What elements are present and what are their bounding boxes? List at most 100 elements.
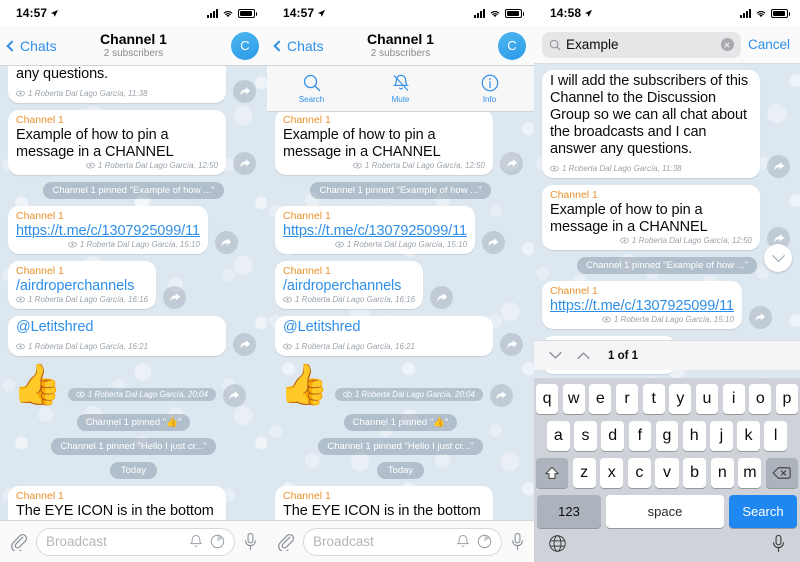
message-bubble[interactable]: @Letitshred 1 Roberta Dal Lago García, 1…: [8, 316, 226, 356]
message-bubble[interactable]: Channel 1 https://t.me/c/1307925099/11 1…: [542, 281, 742, 329]
key-g[interactable]: g: [655, 421, 679, 451]
message-bubble[interactable]: Channel 1 https://t.me/c/1307925099/11 1…: [8, 206, 208, 254]
message-bubble[interactable]: Channel 1 Example of how to pin a messag…: [8, 110, 226, 175]
avatar[interactable]: C: [498, 31, 526, 60]
forward-button[interactable]: [767, 155, 790, 178]
message-bubble[interactable]: @Letitshred 1 Roberta Dal Lago García, 1…: [275, 316, 493, 356]
message-bubble[interactable]: Channel 1 https://t.me/c/1307925099/11 1…: [275, 206, 475, 254]
forward-button[interactable]: [163, 286, 187, 309]
next-result-button[interactable]: [548, 351, 562, 360]
message-link[interactable]: https://t.me/c/1307925099/11: [283, 223, 467, 240]
broadcast-input[interactable]: Broadcast: [36, 527, 235, 556]
message-row[interactable]: @Letitshred 1 Roberta Dal Lago García, 1…: [8, 316, 259, 356]
key-m[interactable]: m: [738, 458, 762, 488]
message-bubble[interactable]: Channel 1 /airdroperchannels 1 Roberta D…: [8, 261, 157, 309]
forward-button[interactable]: [500, 333, 523, 356]
forward-button[interactable]: [748, 306, 772, 329]
key-o[interactable]: o: [749, 384, 772, 414]
forward-button[interactable]: [500, 152, 523, 175]
search-key[interactable]: Search: [729, 495, 797, 528]
paperclip-icon[interactable]: [9, 532, 28, 551]
key-d[interactable]: d: [601, 421, 624, 451]
key-e[interactable]: e: [589, 384, 612, 414]
key-j[interactable]: j: [710, 421, 733, 451]
message-row[interactable]: @Letitshred 1 Roberta Dal Lago García, 1…: [275, 316, 526, 356]
message-row[interactable]: 👍 1 Roberta Dal Lago García, 20:04: [8, 363, 259, 407]
key-a[interactable]: a: [546, 421, 570, 451]
message-row[interactable]: I will add the subscribers of this Chann…: [542, 70, 792, 178]
key-l[interactable]: l: [764, 421, 788, 451]
message-bubble[interactable]: so we can all chat about the broadcasts …: [8, 66, 226, 103]
message-bubble[interactable]: Channel 1 /airdroperchannels 1 Roberta D…: [275, 261, 424, 309]
forward-button[interactable]: [489, 384, 513, 407]
message-command[interactable]: /airdroperchannels: [16, 278, 148, 295]
forward-button[interactable]: [233, 80, 256, 103]
broadcast-input[interactable]: Broadcast: [303, 527, 502, 556]
key-x[interactable]: x: [600, 458, 624, 488]
key-k[interactable]: k: [737, 421, 760, 451]
key-i[interactable]: i: [722, 384, 745, 414]
message-row[interactable]: Channel 1 /airdroperchannels 1 Roberta D…: [275, 261, 526, 309]
message-command[interactable]: /airdroperchannels: [283, 278, 415, 295]
microphone-icon[interactable]: [243, 532, 258, 551]
message-list[interactable]: so we can all chat about the broadcasts …: [0, 66, 267, 562]
message-bubble[interactable]: Channel 1 Example of how to pin a messag…: [542, 185, 760, 250]
key-f[interactable]: f: [628, 421, 652, 451]
message-row[interactable]: Channel 1 https://t.me/c/1307925099/11 1…: [542, 281, 792, 329]
message-row[interactable]: Channel 1 /airdroperchannels 1 Roberta D…: [8, 261, 259, 309]
key-t[interactable]: t: [642, 384, 665, 414]
key-s[interactable]: s: [574, 421, 597, 451]
key-w[interactable]: w: [562, 384, 585, 414]
key-c[interactable]: c: [627, 458, 651, 488]
key-n[interactable]: n: [710, 458, 734, 488]
microphone-icon[interactable]: [510, 532, 525, 551]
message-mention[interactable]: @Letitshred: [283, 319, 360, 336]
clear-circle-icon[interactable]: [720, 38, 734, 51]
key-p[interactable]: p: [775, 384, 799, 414]
message-row[interactable]: Channel 1 https://t.me/c/1307925099/11 1…: [8, 206, 259, 254]
forward-button[interactable]: [222, 384, 246, 407]
emoji-message[interactable]: 👍: [12, 363, 62, 407]
back-to-chats-button[interactable]: Chats: [6, 38, 57, 54]
message-row[interactable]: Channel 1 Example of how to pin a messag…: [275, 112, 526, 175]
message-link[interactable]: https://t.me/c/1307925099/11: [16, 223, 200, 240]
message-bubble[interactable]: I will add the subscribers of this Chann…: [542, 70, 760, 178]
message-row[interactable]: Channel 1 Example of how to pin a messag…: [8, 110, 259, 175]
bell-icon[interactable]: [456, 534, 470, 549]
numeric-key[interactable]: 123: [537, 495, 601, 528]
message-row[interactable]: 👍 1 Roberta Dal Lago García, 20:04: [275, 363, 526, 407]
forward-button[interactable]: [214, 231, 238, 254]
avatar[interactable]: C: [231, 31, 259, 60]
timer-icon[interactable]: [210, 534, 225, 549]
emoji-message[interactable]: 👍: [279, 363, 329, 407]
bell-icon[interactable]: [189, 534, 203, 549]
action-info[interactable]: Info: [445, 66, 534, 111]
message-list[interactable]: so we can all chat about the broadcasts …: [267, 112, 534, 562]
forward-button[interactable]: [481, 231, 505, 254]
scroll-to-bottom-button[interactable]: [764, 244, 792, 272]
action-search[interactable]: Search: [267, 66, 356, 111]
forward-button[interactable]: [233, 152, 256, 175]
message-bubble[interactable]: Channel 1 Example of how to pin a messag…: [275, 112, 493, 175]
key-v[interactable]: v: [655, 458, 679, 488]
paperclip-icon[interactable]: [276, 532, 295, 551]
forward-button[interactable]: [233, 333, 256, 356]
search-input[interactable]: Example: [542, 31, 741, 58]
message-mention[interactable]: @Letitshred: [16, 319, 93, 336]
backspace-key[interactable]: [765, 458, 798, 488]
space-key[interactable]: space: [606, 495, 724, 528]
key-q[interactable]: q: [535, 384, 559, 414]
key-y[interactable]: y: [669, 384, 692, 414]
key-z[interactable]: z: [572, 458, 596, 488]
back-to-chats-button[interactable]: Chats: [273, 38, 324, 54]
key-r[interactable]: r: [615, 384, 639, 414]
previous-result-button[interactable]: [576, 351, 590, 360]
key-u[interactable]: u: [695, 384, 719, 414]
globe-icon[interactable]: [548, 534, 567, 558]
message-row[interactable]: Channel 1 https://t.me/c/1307925099/11 1…: [275, 206, 526, 254]
forward-button[interactable]: [430, 286, 454, 309]
action-mute[interactable]: Mute: [356, 66, 445, 111]
message-link[interactable]: https://t.me/c/1307925099/11: [550, 298, 734, 315]
message-row[interactable]: Channel 1 Example of how to pin a messag…: [542, 185, 792, 250]
microphone-icon[interactable]: [771, 534, 786, 558]
